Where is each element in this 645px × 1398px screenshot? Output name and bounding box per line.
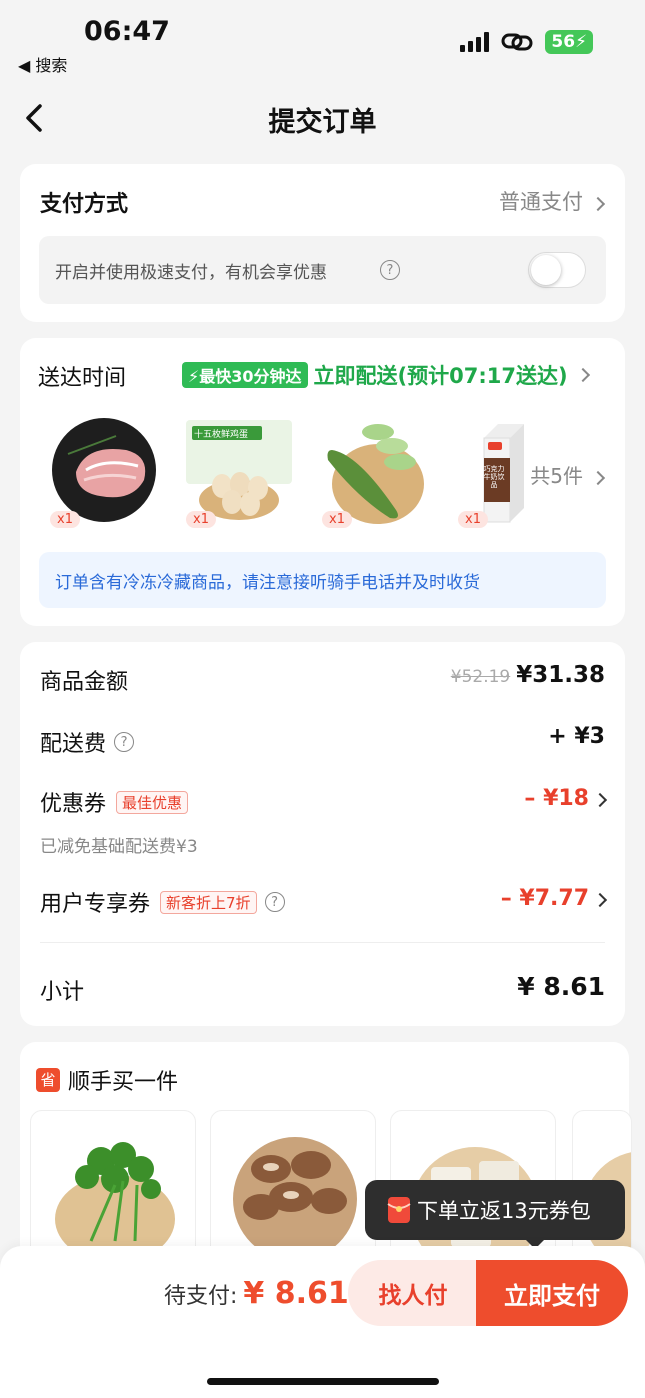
- user-coupon-value: – ¥7.77: [500, 886, 589, 911]
- coupon-value-link[interactable]: – ¥18: [524, 786, 608, 811]
- pending-label: 待支付:: [164, 1284, 238, 1309]
- payment-method-value: 普通支付: [499, 190, 583, 214]
- battery-indicator: 56⚡: [545, 30, 593, 54]
- user-coupon-tag: 新客折上7折: [160, 890, 257, 914]
- page-title: 提交订单: [268, 107, 377, 138]
- pending-amount: ¥ 8.61: [243, 1276, 349, 1311]
- delivery-fee-label: 配送费: [40, 732, 107, 757]
- checkout-bar: 待支付: ¥ 8.61 找人付 立即支付: [0, 1246, 645, 1398]
- delivery-card: 送达时间 ⚡最快30分钟达 立即配送(预计07:17送达) x1 十五枚鲜鸡蛋 …: [20, 338, 625, 626]
- pending-payment: 待支付: ¥ 8.61: [164, 1276, 349, 1311]
- product-qty: x1: [50, 511, 80, 528]
- product-count: 共5件: [530, 464, 583, 488]
- cashback-tooltip[interactable]: 下单立返13元券包: [365, 1180, 625, 1249]
- chevron-right-icon: [575, 367, 590, 383]
- chevron-right-icon: [592, 792, 608, 808]
- payment-method-selector[interactable]: 普通支付: [499, 186, 606, 216]
- help-icon[interactable]: ?: [380, 260, 400, 280]
- egg-box-label: 十五枚鲜鸡蛋: [194, 430, 249, 440]
- pay-now-label: 立即支付: [504, 1281, 600, 1310]
- divider: [40, 942, 605, 943]
- goods-price: ¥31.38: [516, 662, 605, 688]
- product-thumb-pork[interactable]: x1: [46, 414, 160, 528]
- back-to-app-link[interactable]: ◀ 搜索: [18, 52, 67, 76]
- cold-chain-notice-text: 订单含有冷冻冷藏商品，请注意接听骑手电话并及时收货: [55, 573, 480, 593]
- pay-now-button[interactable]: 立即支付: [476, 1260, 628, 1326]
- coupon-tag: 最佳优惠: [116, 790, 189, 814]
- price-card: 商品金额 ¥52.19 ¥31.38 配送费 ? + ¥3 优惠券 最佳优惠 –…: [20, 642, 625, 1026]
- fast-pay-toggle[interactable]: [528, 252, 586, 288]
- subtotal-label: 小计: [40, 980, 85, 1005]
- suggest-item-coriander[interactable]: [30, 1110, 196, 1260]
- product-thumb-bitter-melon[interactable]: x1: [318, 414, 432, 528]
- user-coupon-value-link[interactable]: – ¥7.77: [500, 886, 608, 911]
- status-icons: 56⚡: [460, 30, 593, 54]
- save-icon: 省: [36, 1068, 60, 1092]
- goods-original-price: ¥52.19: [450, 667, 511, 687]
- fast-pay-text: 开启并使用极速支付，有机会享优惠: [55, 263, 327, 283]
- signal-icon: [460, 32, 490, 52]
- milk-carton-label: 巧克力牛奶饮品: [483, 465, 505, 489]
- delivery-time-selector[interactable]: ⚡最快30分钟达 立即配送(预计07:17送达): [182, 360, 590, 390]
- status-bar: 06:47 ◀ 搜索 56⚡: [0, 0, 645, 80]
- help-icon[interactable]: ?: [114, 732, 135, 752]
- user-coupon-label: 用户专享券: [40, 892, 151, 917]
- friend-pay-label: 找人付: [378, 1283, 448, 1309]
- goods-amount-label: 商品金额: [40, 670, 129, 695]
- product-qty: x1: [458, 511, 488, 528]
- status-time: 06:47: [84, 16, 170, 47]
- red-envelope-icon: [387, 1197, 411, 1223]
- delivery-title: 送达时间: [38, 366, 127, 391]
- coupon-row[interactable]: 优惠券 最佳优惠: [40, 786, 189, 818]
- suggest-item-shiitake[interactable]: [210, 1110, 376, 1260]
- user-coupon-row[interactable]: 用户专享券 新客折上7折 ?: [40, 886, 285, 918]
- delivery-fee-value: + ¥3: [548, 724, 605, 749]
- suggest-title: 顺手买一件: [68, 1070, 179, 1095]
- coupon-note: 已减免基础配送费¥3: [40, 837, 198, 857]
- payment-title: 支付方式: [40, 192, 129, 217]
- battery-level: 56: [551, 32, 576, 52]
- goods-amount-values: ¥52.19 ¥31.38: [451, 662, 605, 688]
- coupon-value: – ¥18: [524, 786, 589, 811]
- link-icon: [501, 33, 533, 51]
- help-icon[interactable]: ?: [264, 892, 285, 912]
- product-qty: x1: [186, 511, 216, 528]
- product-qty: x1: [322, 511, 352, 528]
- subtotal-value: ¥ 8.61: [517, 972, 605, 1001]
- cold-chain-notice: 订单含有冷冻冷藏商品，请注意接听骑手电话并及时收货: [39, 552, 606, 608]
- product-thumb-eggs[interactable]: 十五枚鲜鸡蛋 x1: [182, 414, 296, 528]
- product-count-link[interactable]: 共5件: [530, 460, 606, 489]
- chevron-right-icon: [590, 196, 606, 212]
- delivery-eta: 立即配送(预计07:17送达): [313, 364, 568, 388]
- coupon-label: 优惠券: [40, 792, 107, 817]
- fastest-delivery-badge: ⚡最快30分钟达: [182, 362, 308, 388]
- payment-card: 支付方式 普通支付 开启并使用极速支付，有机会享优惠 ?: [20, 164, 625, 322]
- home-indicator: [207, 1378, 439, 1385]
- cashback-tooltip-text: 下单立返13元券包: [417, 1199, 591, 1223]
- suggest-header: 省 顺手买一件: [36, 1064, 178, 1096]
- chevron-right-icon: [592, 892, 608, 908]
- friend-pay-button[interactable]: 找人付: [348, 1260, 478, 1326]
- fast-pay-row: 开启并使用极速支付，有机会享优惠 ?: [39, 236, 606, 304]
- fastest-delivery-label: 最快30分钟达: [199, 367, 302, 386]
- delivery-fee-row: 配送费 ?: [40, 726, 135, 758]
- chevron-right-icon: [590, 470, 606, 486]
- nav-bar: 提交订单: [0, 88, 645, 150]
